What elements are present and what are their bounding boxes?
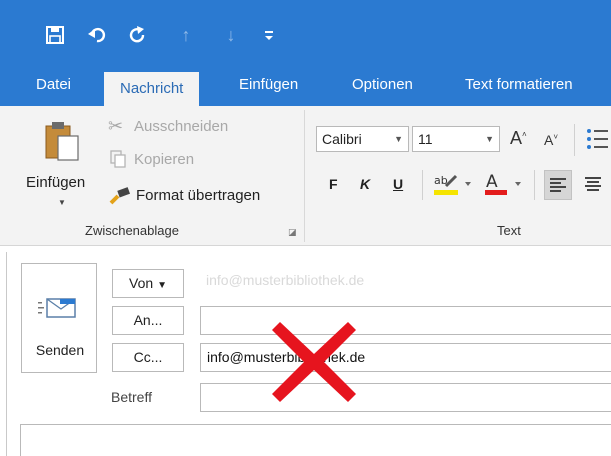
tab-message[interactable]: Nachricht: [104, 72, 200, 106]
from-button[interactable]: Von ▼: [112, 269, 184, 298]
format-painter-label: Format übertragen: [136, 187, 261, 204]
send-label: Senden: [35, 342, 85, 358]
title-bar: ↑ ↓: [0, 0, 611, 64]
redo-icon[interactable]: [123, 22, 151, 48]
compose-border: [6, 252, 7, 456]
svg-text:A: A: [486, 172, 498, 192]
tab-insert[interactable]: Einfügen: [239, 64, 298, 106]
underline-button[interactable]: U: [393, 176, 403, 192]
to-button[interactable]: An...: [112, 306, 184, 335]
shrink-font-icon[interactable]: A˅: [544, 132, 558, 148]
font-color-icon[interactable]: A: [483, 170, 527, 203]
from-button-label: Von: [129, 275, 154, 291]
copy-button[interactable]: Kopieren: [108, 149, 228, 171]
chevron-down-icon: ▼: [157, 280, 167, 291]
ribbon-tabs: Datei Nachricht Einfügen Optionen Text f…: [0, 64, 611, 106]
group-separator: [304, 110, 305, 242]
highlight-icon[interactable]: ab: [432, 170, 476, 203]
align-center-icon[interactable]: [580, 170, 606, 203]
font-name-combo[interactable]: Calibri ▼: [316, 126, 409, 152]
group-separator: [422, 170, 423, 200]
tab-format-text[interactable]: Text formatieren: [465, 64, 573, 106]
envelope-send-icon: [38, 296, 78, 325]
subject-field[interactable]: [200, 383, 611, 412]
cc-button[interactable]: Cc...: [112, 343, 184, 372]
arrow-down-icon[interactable]: ↓: [217, 22, 245, 48]
text-group-label: Text: [497, 223, 521, 238]
font-size-value: 11: [418, 131, 433, 147]
red-cross-mark: [272, 322, 356, 402]
paste-button[interactable]: Einfügen ▼: [20, 116, 100, 216]
bullets-icon[interactable]: [586, 126, 608, 157]
group-separator: [534, 170, 535, 200]
paintbrush-icon: [109, 187, 131, 210]
cc-field[interactable]: info@musterbibliothek.de: [200, 343, 611, 372]
paste-label: Einfügen: [26, 174, 86, 191]
align-left-icon[interactable]: [544, 170, 572, 200]
scissors-icon: ✂: [108, 116, 124, 136]
font-name-value: Calibri: [322, 131, 362, 147]
customize-icon[interactable]: [255, 22, 283, 48]
grow-font-icon[interactable]: A˄: [510, 128, 527, 149]
to-field[interactable]: [200, 306, 611, 335]
save-icon[interactable]: [41, 22, 69, 48]
chevron-down-icon: ▼: [394, 134, 403, 144]
dialog-launcher-icon[interactable]: ◪: [288, 227, 297, 238]
send-button[interactable]: Senden: [21, 263, 97, 373]
chevron-down-icon: ▼: [58, 198, 66, 207]
italic-button[interactable]: K: [360, 176, 370, 192]
clipboard-group-label: Zwischenablage: [85, 223, 179, 238]
subject-label: Betreff: [111, 389, 152, 405]
copy-icon: [109, 150, 127, 173]
group-separator: [574, 124, 575, 156]
font-size-combo[interactable]: 11 ▼: [412, 126, 500, 152]
bold-button[interactable]: F: [329, 176, 338, 192]
undo-icon[interactable]: [83, 22, 111, 48]
from-address: info@musterbibliothek.de: [206, 272, 365, 288]
arrow-up-icon[interactable]: ↑: [172, 22, 200, 48]
clipboard-icon: [44, 120, 80, 167]
cut-label: Ausschneiden: [134, 118, 229, 135]
cut-button[interactable]: ✂ Ausschneiden: [108, 116, 258, 138]
tab-file[interactable]: Datei: [36, 64, 71, 106]
message-body[interactable]: [20, 424, 611, 456]
copy-label: Kopieren: [134, 151, 195, 168]
ribbon: Einfügen ▼ ✂ Ausschneiden Kopieren Forma…: [0, 106, 611, 246]
chevron-down-icon: ▼: [485, 134, 494, 144]
format-painter-button[interactable]: Format übertragen: [108, 185, 288, 207]
tab-options[interactable]: Optionen: [352, 64, 413, 106]
